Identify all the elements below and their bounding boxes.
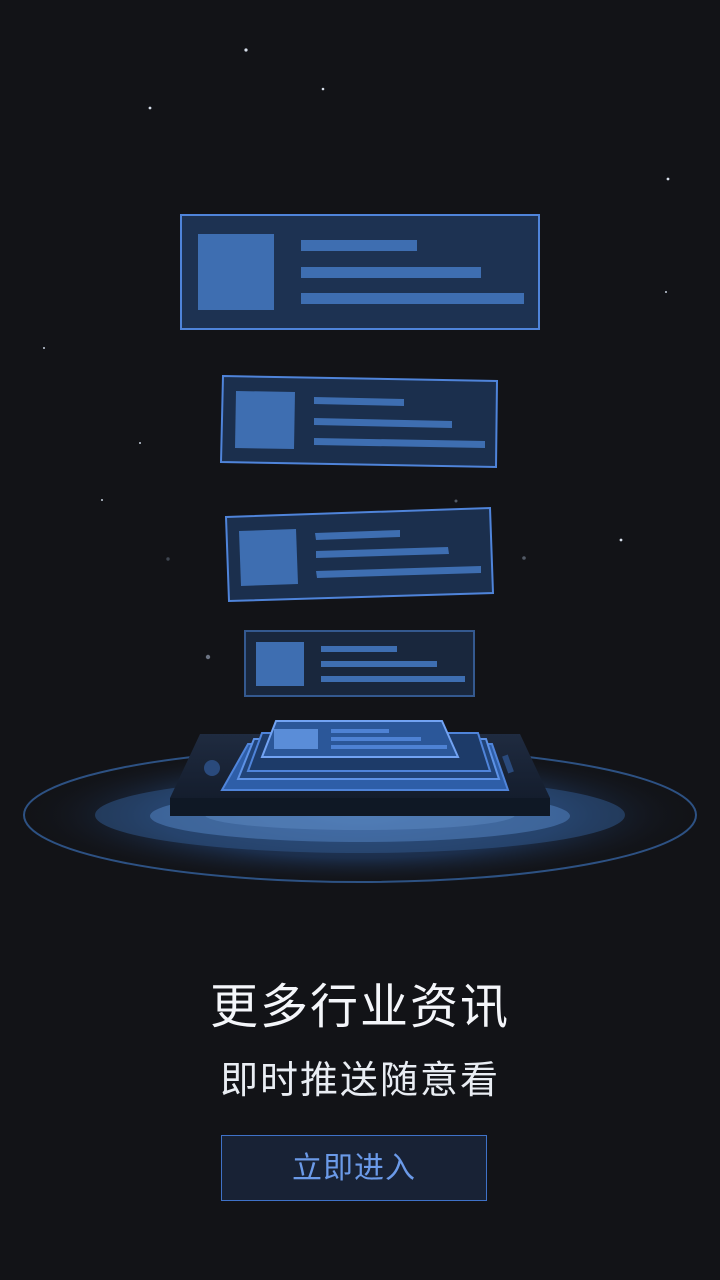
news-feed-illustration: [20, 48, 700, 887]
news-card-1: [180, 214, 540, 330]
star: [148, 106, 152, 110]
news-card-4: [244, 630, 475, 697]
star: [244, 48, 248, 52]
phone-button-icon: [204, 760, 220, 776]
star: [205, 654, 211, 660]
star: [619, 538, 623, 542]
star: [665, 291, 667, 293]
star: [522, 556, 526, 560]
star: [666, 177, 670, 181]
onboarding-title: 更多行业资讯: [209, 979, 510, 1035]
news-card-2: [219, 374, 499, 469]
star: [454, 499, 458, 503]
star: [321, 87, 325, 91]
onboarding-subtitle: 即时推送随意看: [219, 1058, 500, 1102]
phone-device: [170, 720, 550, 816]
enter-button[interactable]: 立即进入: [221, 1135, 487, 1201]
star: [166, 557, 170, 561]
star: [43, 347, 45, 349]
news-card-3: [224, 506, 495, 603]
onboarding-screen: 更多行业资讯 即时推送随意看 立即进入: [0, 0, 720, 1280]
star: [101, 499, 103, 501]
star: [139, 442, 141, 444]
